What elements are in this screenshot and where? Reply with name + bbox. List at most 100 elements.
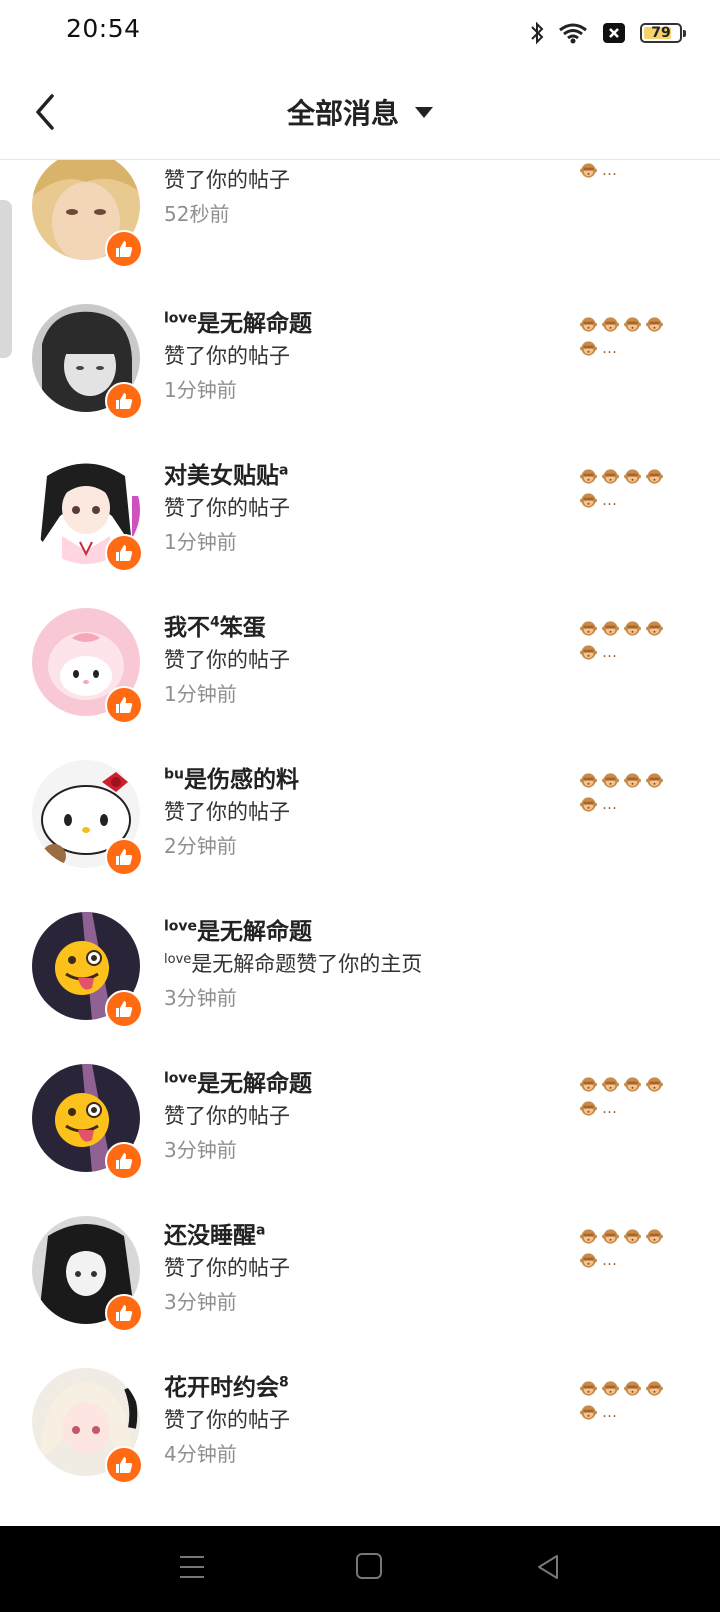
post-preview[interactable]: … bbox=[580, 1072, 676, 1120]
see-no-evil-monkey-icon bbox=[646, 468, 663, 485]
name-prefix: love bbox=[164, 1070, 198, 1087]
name-after: 笨蛋 bbox=[219, 615, 266, 641]
notification-item[interactable]: 对美女贴贴a 赞了你的帖子 1分钟前 … bbox=[0, 456, 720, 612]
name-mid: 4 bbox=[210, 614, 220, 631]
notification-item[interactable]: 我不4笨蛋 赞了你的帖子 1分钟前… bbox=[0, 608, 720, 764]
status-time: 20:54 bbox=[66, 14, 141, 43]
post-preview[interactable]: … bbox=[580, 1376, 676, 1424]
action-text: 赞了你的帖子 bbox=[164, 496, 290, 520]
see-no-evil-monkey-icon bbox=[624, 1380, 641, 1397]
timestamp: 1分钟前 bbox=[164, 530, 237, 554]
see-no-evil-monkey-icon bbox=[646, 620, 663, 637]
action-text: 赞了你的帖子 bbox=[164, 168, 290, 192]
see-no-evil-monkey-icon bbox=[580, 316, 597, 333]
notification-item[interactable]: bu是伤感的料 赞了你的帖子 2分钟前… bbox=[0, 760, 720, 916]
thumbs-up-icon bbox=[105, 1294, 143, 1332]
timestamp: 3分钟前 bbox=[164, 986, 237, 1010]
title-dropdown[interactable]: 全部消息 bbox=[0, 92, 720, 132]
timestamp: 3分钟前 bbox=[164, 1138, 237, 1162]
see-no-evil-monkey-icon bbox=[646, 1228, 663, 1245]
user-name[interactable]: 还没睡醒a bbox=[164, 1216, 265, 1250]
preview-ellipsis: … bbox=[602, 491, 617, 509]
see-no-evil-monkey-icon bbox=[624, 1228, 641, 1245]
post-preview[interactable]: … bbox=[580, 464, 676, 512]
notification-item[interactable]: 花开时约会8 赞了你的帖子 4分钟前 … bbox=[0, 1368, 720, 1524]
see-no-evil-monkey-icon bbox=[580, 1404, 597, 1421]
system-back-button[interactable] bbox=[535, 1553, 561, 1581]
action-text: love是无解命题赞了你的主页 bbox=[164, 952, 423, 976]
see-no-evil-monkey-icon bbox=[646, 1380, 663, 1397]
see-no-evil-monkey-icon bbox=[580, 340, 597, 357]
name-text: 是伤感的料 bbox=[184, 767, 299, 793]
header: 全部消息 bbox=[0, 64, 720, 160]
name-text: 是无解命题 bbox=[197, 311, 313, 337]
action-text: 赞了你的帖子 bbox=[164, 1408, 290, 1432]
name-text: 还没睡醒 bbox=[164, 1223, 256, 1249]
menu-icon bbox=[180, 1556, 204, 1578]
notification-item[interactable]: love是无解命题 love是无解命题赞了你的主页 3分钟前 bbox=[0, 912, 720, 1068]
see-no-evil-monkey-icon bbox=[624, 772, 641, 789]
see-no-evil-monkey-icon bbox=[580, 1252, 597, 1269]
user-name[interactable]: 花开时约会8 bbox=[164, 1368, 289, 1402]
action-text: 赞了你的帖子 bbox=[164, 1104, 290, 1128]
see-no-evil-monkey-icon bbox=[624, 620, 641, 637]
bluetooth-icon bbox=[530, 21, 544, 45]
triangle-back-icon bbox=[538, 1555, 558, 1579]
notification-item[interactable]: 赞了你的帖子 52秒前… bbox=[0, 160, 720, 308]
see-no-evil-monkey-icon bbox=[646, 1076, 663, 1093]
see-no-evil-monkey-icon bbox=[580, 1076, 597, 1093]
recent-apps-button[interactable] bbox=[178, 1554, 206, 1580]
see-no-evil-monkey-icon bbox=[580, 620, 597, 637]
user-name[interactable]: love是无解命题 bbox=[164, 304, 312, 338]
see-no-evil-monkey-icon bbox=[602, 468, 619, 485]
see-no-evil-monkey-icon bbox=[624, 316, 641, 333]
notification-item[interactable]: 还没睡醒a 赞了你的帖子 3分钟前… bbox=[0, 1216, 720, 1372]
user-name[interactable]: 我不4笨蛋 bbox=[164, 608, 266, 642]
no-sim-icon bbox=[602, 22, 626, 44]
battery-cap bbox=[683, 30, 686, 37]
user-name[interactable]: bu是伤感的料 bbox=[164, 760, 299, 794]
see-no-evil-monkey-icon bbox=[624, 468, 641, 485]
timestamp: 1分钟前 bbox=[164, 682, 237, 706]
battery-level: 79 bbox=[651, 25, 671, 41]
preview-ellipsis: … bbox=[602, 795, 617, 813]
status-icons: 79 bbox=[530, 18, 686, 48]
thumbs-up-icon bbox=[105, 1446, 143, 1484]
name-text: 是无解命题 bbox=[197, 919, 313, 945]
see-no-evil-monkey-icon bbox=[602, 772, 619, 789]
see-no-evil-monkey-icon bbox=[580, 644, 597, 661]
post-preview[interactable]: … bbox=[580, 768, 676, 816]
system-nav-bar bbox=[0, 1526, 720, 1612]
notification-item[interactable]: love是无解命题赞了你的帖子 3分钟前 … bbox=[0, 1064, 720, 1220]
page-title: 全部消息 bbox=[286, 97, 399, 130]
preview-ellipsis: … bbox=[602, 339, 617, 357]
preview-ellipsis: … bbox=[602, 161, 617, 179]
name-suffix: a bbox=[256, 1222, 266, 1239]
triangle-down-icon bbox=[415, 106, 433, 118]
post-preview[interactable]: … bbox=[580, 312, 676, 360]
see-no-evil-monkey-icon bbox=[646, 772, 663, 789]
timestamp: 2分钟前 bbox=[164, 834, 237, 858]
see-no-evil-monkey-icon bbox=[580, 492, 597, 509]
thumbs-up-icon bbox=[105, 1142, 143, 1180]
notification-item[interactable]: love是无解命题 赞了你的帖子 1分钟前… bbox=[0, 304, 720, 460]
post-preview[interactable]: … bbox=[580, 616, 676, 664]
see-no-evil-monkey-icon bbox=[580, 1100, 597, 1117]
see-no-evil-monkey-icon bbox=[602, 1380, 619, 1397]
post-preview[interactable]: … bbox=[580, 160, 676, 182]
home-button[interactable] bbox=[356, 1553, 382, 1579]
notification-list: 赞了你的帖子 52秒前… love是无解命题 赞了你的帖子 1分钟前… 对美女贴贴a 赞了你… bbox=[0, 160, 720, 1526]
status-bar: 20:54 79 bbox=[0, 0, 720, 64]
see-no-evil-monkey-icon bbox=[602, 316, 619, 333]
name-text: 是无解命题 bbox=[197, 1071, 313, 1097]
user-name[interactable]: love是无解命题 bbox=[164, 1064, 312, 1098]
preview-ellipsis: … bbox=[602, 643, 617, 661]
user-name[interactable]: love是无解命题 bbox=[164, 912, 312, 946]
user-name[interactable]: 对美女贴贴a bbox=[164, 456, 288, 490]
thumbs-up-icon bbox=[105, 838, 143, 876]
name-prefix: love bbox=[164, 918, 198, 935]
post-preview[interactable]: … bbox=[580, 1224, 676, 1272]
thumbs-up-icon bbox=[105, 382, 143, 420]
timestamp: 4分钟前 bbox=[164, 1442, 237, 1466]
see-no-evil-monkey-icon bbox=[580, 796, 597, 813]
